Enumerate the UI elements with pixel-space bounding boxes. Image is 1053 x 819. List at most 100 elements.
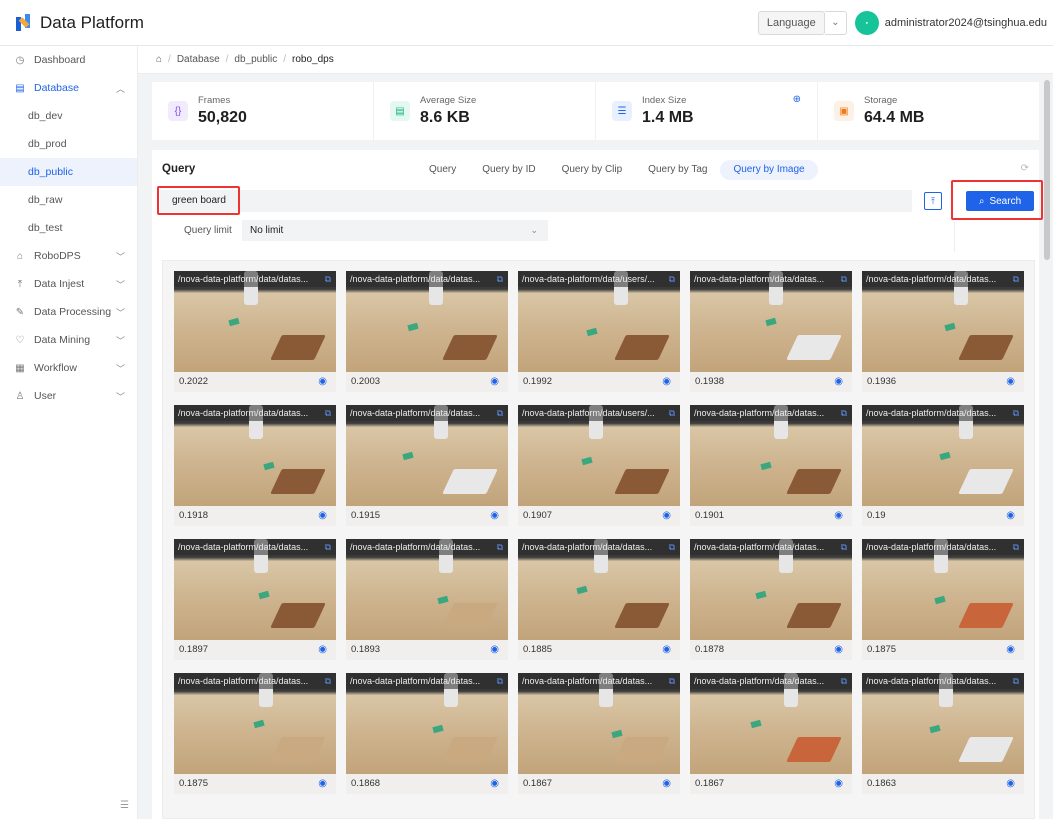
sidebar-item-db-public[interactable]: db_public: [0, 158, 137, 186]
tab-query-by-clip[interactable]: Query by Clip: [549, 160, 636, 180]
copy-icon[interactable]: ⧉: [497, 274, 503, 285]
index-size-value: 1.4 MB: [642, 109, 694, 126]
eye-icon[interactable]: ◉: [834, 372, 843, 392]
query-input[interactable]: green board: [160, 190, 912, 212]
copy-icon[interactable]: ⧉: [497, 542, 503, 553]
sidebar-item-robodps[interactable]: ⌂ RoboDPS ﹀: [0, 242, 137, 270]
sidebar-item-user[interactable]: ♙ User ﹀: [0, 382, 137, 410]
eye-icon[interactable]: ◉: [834, 774, 843, 794]
result-score: 0.2022: [179, 376, 209, 387]
tab-query[interactable]: Query: [416, 160, 469, 180]
sidebar-item-database[interactable]: ▤ Database ︿: [0, 74, 137, 102]
result-card[interactable]: /nova-data-platform/data/datas... ⧉ 0.1915…: [346, 405, 508, 526]
result-score-bar: 0.1878 ◉: [690, 640, 852, 660]
result-card[interactable]: /nova-data-platform/data/datas... ⧉ 0.1875…: [862, 539, 1024, 660]
result-card[interactable]: /nova-data-platform/data/datas... ⧉ 0.2022…: [174, 271, 336, 392]
eye-icon[interactable]: ◉: [662, 640, 671, 660]
result-path: /nova-data-platform/data/datas...: [862, 673, 1024, 689]
sidebar-item-db-raw[interactable]: db_raw: [0, 186, 137, 214]
breadcrumb-db-public[interactable]: db_public: [234, 54, 277, 65]
eye-icon[interactable]: ◉: [662, 506, 671, 526]
result-card[interactable]: /nova-data-platform/data/datas... ⧉ 0.19 ◉: [862, 405, 1024, 526]
result-card[interactable]: /nova-data-platform/data/datas... ⧉ 0.1936…: [862, 271, 1024, 392]
sidebar-item-db-dev[interactable]: db_dev: [0, 102, 137, 130]
eye-icon[interactable]: ◉: [318, 506, 327, 526]
result-card[interactable]: /nova-data-platform/data/datas... ⧉ 0.1938…: [690, 271, 852, 392]
user-email[interactable]: administrator2024@tsinghua.edu: [885, 17, 1047, 29]
result-card[interactable]: /nova-data-platform/data/users/... ⧉ 0.199…: [518, 271, 680, 392]
copy-icon[interactable]: ⧉: [497, 676, 503, 687]
sidebar-item-db-prod[interactable]: db_prod: [0, 130, 137, 158]
eye-icon[interactable]: ◉: [490, 640, 499, 660]
result-card[interactable]: /nova-data-platform/data/datas... ⧉ 0.1867…: [690, 673, 852, 794]
eye-icon[interactable]: ◉: [318, 372, 327, 392]
copy-icon[interactable]: ⧉: [325, 542, 331, 553]
copy-icon[interactable]: ⧉: [669, 408, 675, 419]
tab-query-by-id[interactable]: Query by ID: [469, 160, 548, 180]
home-icon[interactable]: ⌂: [156, 54, 162, 65]
result-card[interactable]: /nova-data-platform/data/datas... ⧉ 0.1885…: [518, 539, 680, 660]
eye-icon[interactable]: ◉: [1006, 774, 1015, 794]
eye-icon[interactable]: ◉: [662, 372, 671, 392]
result-card[interactable]: /nova-data-platform/data/users/... ⧉ 0.190…: [518, 405, 680, 526]
result-card[interactable]: /nova-data-platform/data/datas... ⧉ 0.1867…: [518, 673, 680, 794]
eye-icon[interactable]: ◉: [490, 774, 499, 794]
eye-icon[interactable]: ◉: [318, 774, 327, 794]
result-card[interactable]: /nova-data-platform/data/datas... ⧉ 0.1878…: [690, 539, 852, 660]
tab-query-by-image[interactable]: Query by Image: [720, 160, 818, 180]
copy-icon[interactable]: ⧉: [841, 408, 847, 419]
copy-icon[interactable]: ⧉: [1013, 542, 1019, 553]
sidebar-item-dashboard[interactable]: ◷ Dashboard: [0, 46, 137, 74]
breadcrumb-database[interactable]: Database: [177, 54, 220, 65]
copy-icon[interactable]: ⧉: [325, 274, 331, 285]
copy-icon[interactable]: ⧉: [325, 676, 331, 687]
result-card[interactable]: /nova-data-platform/data/datas... ⧉ 0.1897…: [174, 539, 336, 660]
language-select[interactable]: Language: [757, 10, 825, 35]
copy-icon[interactable]: ⧉: [669, 676, 675, 687]
result-score: 0.19: [867, 510, 886, 521]
result-card[interactable]: /nova-data-platform/data/datas... ⧉ 0.1901…: [690, 405, 852, 526]
sidebar-item-data-processing[interactable]: ✎ Data Processing ﹀: [0, 298, 137, 326]
collapse-sidebar-icon[interactable]: ☰: [120, 800, 129, 811]
result-card[interactable]: /nova-data-platform/data/datas... ⧉ 0.1918…: [174, 405, 336, 526]
app-title: Data Platform: [40, 12, 144, 32]
app-logo[interactable]: Data Platform: [16, 13, 144, 33]
copy-icon[interactable]: ⧉: [1013, 408, 1019, 419]
eye-icon[interactable]: ◉: [834, 506, 843, 526]
result-card[interactable]: /nova-data-platform/data/datas... ⧉ 0.2003…: [346, 271, 508, 392]
copy-icon[interactable]: ⧉: [1013, 274, 1019, 285]
avatar[interactable]: ●: [854, 10, 879, 35]
copy-icon[interactable]: ⧉: [669, 274, 675, 285]
scrollbar[interactable]: [1044, 80, 1050, 260]
eye-icon[interactable]: ◉: [662, 774, 671, 794]
copy-icon[interactable]: ⧉: [497, 408, 503, 419]
copy-icon[interactable]: ⧉: [841, 676, 847, 687]
eye-icon[interactable]: ◉: [1006, 506, 1015, 526]
sidebar-item-data-injest[interactable]: ⤒ Data Injest ﹀: [0, 270, 137, 298]
eye-icon[interactable]: ◉: [490, 372, 499, 392]
user-icon: ♙: [15, 390, 25, 402]
result-card[interactable]: /nova-data-platform/data/datas... ⧉ 0.1893…: [346, 539, 508, 660]
eye-icon[interactable]: ◉: [490, 506, 499, 526]
result-card[interactable]: /nova-data-platform/data/datas... ⧉ 0.1863…: [862, 673, 1024, 794]
eye-icon[interactable]: ◉: [1006, 640, 1015, 660]
sidebar-item-db-test[interactable]: db_test: [0, 214, 137, 242]
eye-icon[interactable]: ◉: [1006, 372, 1015, 392]
copy-icon[interactable]: ⧉: [1013, 676, 1019, 687]
eye-icon[interactable]: ◉: [834, 640, 843, 660]
sidebar-item-workflow[interactable]: ▦ Workflow ﹀: [0, 354, 137, 382]
copy-icon[interactable]: ⧉: [841, 274, 847, 285]
copy-icon[interactable]: ⧉: [325, 408, 331, 419]
sidebar-item-data-mining[interactable]: ♡ Data Mining ﹀: [0, 326, 137, 354]
target-icon[interactable]: ⊕: [793, 94, 801, 105]
eye-icon[interactable]: ◉: [318, 640, 327, 660]
result-card[interactable]: /nova-data-platform/data/datas... ⧉ 0.1868…: [346, 673, 508, 794]
copy-icon[interactable]: ⧉: [841, 542, 847, 553]
upload-image-button[interactable]: ⤒: [924, 192, 942, 210]
query-limit-select[interactable]: No limit ⌄: [242, 220, 548, 241]
copy-icon[interactable]: ⧉: [669, 542, 675, 553]
refresh-icon[interactable]: ⟳: [1021, 163, 1029, 174]
tab-query-by-tag[interactable]: Query by Tag: [635, 160, 720, 180]
result-card[interactable]: /nova-data-platform/data/datas... ⧉ 0.1875…: [174, 673, 336, 794]
chevron-down-icon[interactable]: ⌄: [824, 10, 847, 35]
